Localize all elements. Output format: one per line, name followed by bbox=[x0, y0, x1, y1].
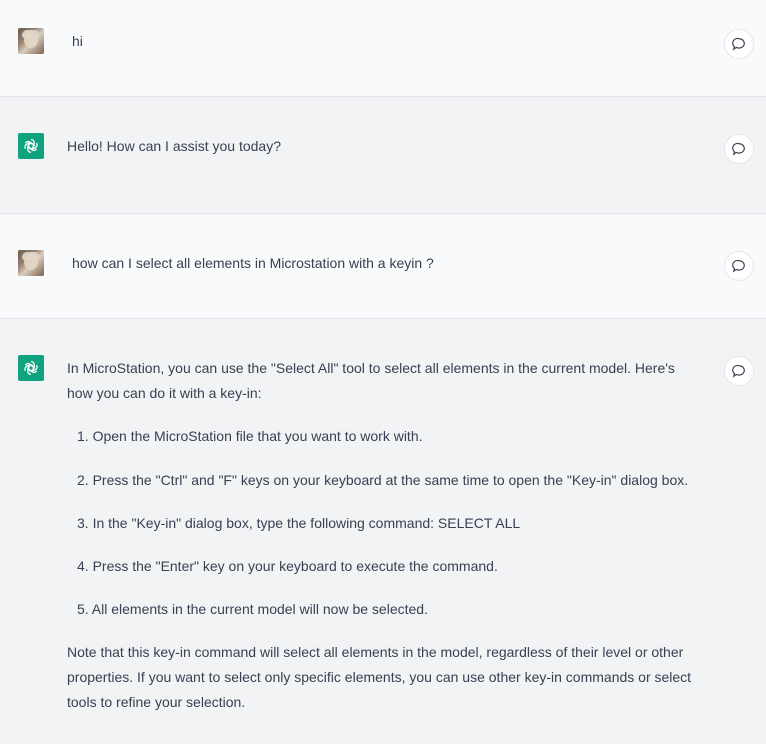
comment-button[interactable] bbox=[724, 134, 754, 164]
comment-button[interactable] bbox=[724, 356, 754, 386]
user-avatar bbox=[18, 28, 44, 54]
list-item: 5. All elements in the current model wil… bbox=[77, 601, 428, 617]
comment-button[interactable] bbox=[724, 251, 754, 281]
message-user-1: hi bbox=[0, 0, 766, 96]
message-assistant-1: Hello! How can I assist you today? bbox=[0, 97, 766, 213]
list-item: 4. Press the "Enter" key on your keyboar… bbox=[77, 558, 498, 574]
message-text: hi bbox=[72, 33, 83, 49]
speech-bubble-icon bbox=[732, 142, 745, 156]
openai-logo-icon bbox=[18, 133, 44, 159]
message-note-line-1: Note that this key-in command will selec… bbox=[67, 644, 684, 660]
list-item: 1. Open the MicroStation file that you w… bbox=[77, 428, 423, 444]
openai-logo-icon bbox=[18, 355, 44, 381]
message-text: how can I select all elements in Microst… bbox=[72, 255, 434, 271]
message-user-2: how can I select all elements in Microst… bbox=[0, 214, 766, 318]
speech-bubble-icon bbox=[732, 364, 745, 378]
message-note-line-2: properties. If you want to select only s… bbox=[67, 669, 692, 685]
message-assistant-2: In MicroStation, you can use the "Select… bbox=[0, 319, 766, 744]
comment-button[interactable] bbox=[724, 29, 754, 59]
speech-bubble-icon bbox=[732, 259, 745, 273]
speech-bubble-icon bbox=[732, 37, 745, 51]
message-intro-line-1: In MicroStation, you can use the "Select… bbox=[67, 360, 675, 376]
message-text: Hello! How can I assist you today? bbox=[67, 138, 281, 154]
message-intro-line-2: how you can do it with a key-in: bbox=[67, 385, 262, 401]
list-item: 2. Press the "Ctrl" and "F" keys on your… bbox=[77, 472, 689, 488]
message-note-line-3: tools to refine your selection. bbox=[67, 694, 246, 710]
list-item: 3. In the "Key-in" dialog box, type the … bbox=[77, 515, 521, 531]
user-avatar bbox=[18, 250, 44, 276]
